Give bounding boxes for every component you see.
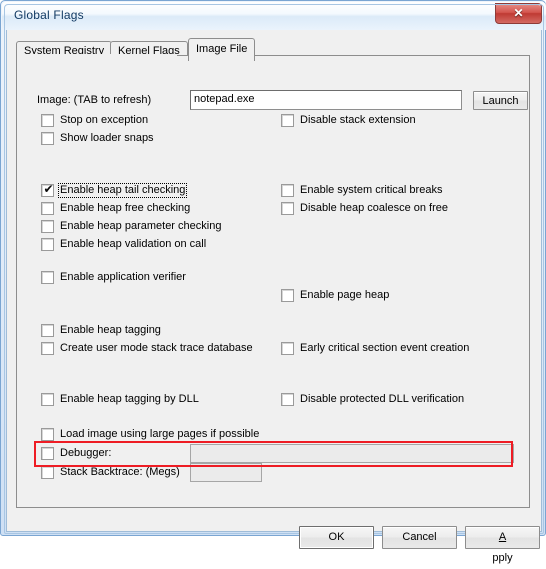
launch-button[interactable]: Launch bbox=[473, 91, 528, 110]
checkbox-create-user-mode-stack-trace-database[interactable] bbox=[41, 342, 54, 355]
checkbox-enable-system-critical-breaks[interactable] bbox=[281, 184, 294, 197]
checkbox-enable-heap-tagging[interactable] bbox=[41, 324, 54, 337]
ok-button-label: OK bbox=[328, 531, 345, 543]
close-icon: ✕ bbox=[513, 6, 524, 20]
label-early-critical-section-event-creation[interactable]: Early critical section event creation bbox=[300, 342, 469, 355]
checkbox-enable-page-heap[interactable] bbox=[281, 289, 294, 302]
cancel-button[interactable]: Cancel bbox=[382, 526, 457, 549]
checkbox-enable-application-verifier[interactable] bbox=[41, 271, 54, 284]
dialog-client-area: System Registry Kernel Flags Image File … bbox=[6, 30, 542, 564]
apply-rest: pply bbox=[492, 552, 513, 564]
checkbox-stack-backtrace[interactable] bbox=[41, 466, 54, 479]
label-create-user-mode-stack-trace-database[interactable]: Create user mode stack trace database bbox=[60, 342, 253, 355]
apply-accelerator: A bbox=[498, 531, 507, 543]
checkbox-disable-protected-dll-verification[interactable] bbox=[281, 393, 294, 406]
cancel-button-label: Cancel bbox=[402, 531, 437, 543]
tab-image-file[interactable]: Image File bbox=[188, 38, 256, 61]
label-enable-page-heap[interactable]: Enable page heap bbox=[300, 289, 389, 302]
global-flags-window: Global Flags ✕ System Registry Kernel Fl… bbox=[0, 0, 546, 564]
checkbox-stop-on-exception[interactable] bbox=[41, 114, 54, 127]
label-enable-application-verifier[interactable]: Enable application verifier bbox=[60, 271, 186, 284]
apply-button[interactable]: Apply bbox=[465, 526, 540, 564]
checkbox-enable-heap-tagging-by-dll[interactable] bbox=[41, 393, 54, 406]
title-bar: Global Flags ✕ bbox=[2, 2, 546, 30]
checkbox-enable-heap-tail-checking[interactable]: ✔ bbox=[41, 182, 54, 197]
label-enable-heap-tail-checking[interactable]: Enable heap tail checking bbox=[57, 183, 188, 198]
debugger-input[interactable] bbox=[190, 444, 514, 463]
label-stop-on-exception[interactable]: Stop on exception bbox=[60, 114, 148, 127]
label-debugger[interactable]: Debugger: bbox=[60, 447, 111, 460]
tab-panel-seam-mask bbox=[17, 54, 177, 56]
label-enable-heap-tagging[interactable]: Enable heap tagging bbox=[60, 324, 161, 337]
label-disable-heap-coalesce-on-free[interactable]: Disable heap coalesce on free bbox=[300, 202, 448, 215]
label-stack-backtrace[interactable]: Stack Backtrace: (Megs) bbox=[60, 466, 180, 479]
window-title: Global Flags bbox=[14, 8, 84, 22]
label-enable-heap-parameter-checking[interactable]: Enable heap parameter checking bbox=[60, 220, 221, 233]
label-load-image-using-large-pages[interactable]: Load image using large pages if possible bbox=[60, 428, 259, 441]
image-label: Image: (TAB to refresh) bbox=[37, 94, 152, 106]
label-disable-stack-extension[interactable]: Disable stack extension bbox=[300, 114, 416, 127]
label-enable-heap-validation-on-call[interactable]: Enable heap validation on call bbox=[60, 238, 206, 251]
checkbox-enable-heap-parameter-checking[interactable] bbox=[41, 220, 54, 233]
checkbox-debugger[interactable] bbox=[41, 447, 54, 460]
checkbox-show-loader-snaps[interactable] bbox=[41, 132, 54, 145]
checkbox-disable-stack-extension[interactable] bbox=[281, 114, 294, 127]
stack-backtrace-input[interactable] bbox=[190, 463, 262, 482]
image-input[interactable]: notepad.exe bbox=[190, 90, 462, 110]
checkbox-enable-heap-free-checking[interactable] bbox=[41, 202, 54, 215]
label-enable-system-critical-breaks[interactable]: Enable system critical breaks bbox=[300, 184, 442, 197]
checkbox-early-critical-section-event-creation[interactable] bbox=[281, 342, 294, 355]
label-show-loader-snaps[interactable]: Show loader snaps bbox=[60, 132, 154, 145]
checkbox-disable-heap-coalesce-on-free[interactable] bbox=[281, 202, 294, 215]
checkbox-load-image-using-large-pages[interactable] bbox=[41, 428, 54, 441]
label-enable-heap-free-checking[interactable]: Enable heap free checking bbox=[60, 202, 190, 215]
label-disable-protected-dll-verification[interactable]: Disable protected DLL verification bbox=[300, 393, 464, 406]
launch-button-label: Launch bbox=[482, 95, 519, 107]
apply-button-label: Apply bbox=[466, 527, 539, 569]
checkbox-enable-heap-validation-on-call[interactable] bbox=[41, 238, 54, 251]
close-button[interactable]: ✕ bbox=[495, 3, 542, 24]
label-enable-heap-tagging-by-dll[interactable]: Enable heap tagging by DLL bbox=[60, 393, 199, 406]
checkmark-icon: ✔ bbox=[43, 182, 54, 196]
ok-button[interactable]: OK bbox=[299, 526, 374, 549]
